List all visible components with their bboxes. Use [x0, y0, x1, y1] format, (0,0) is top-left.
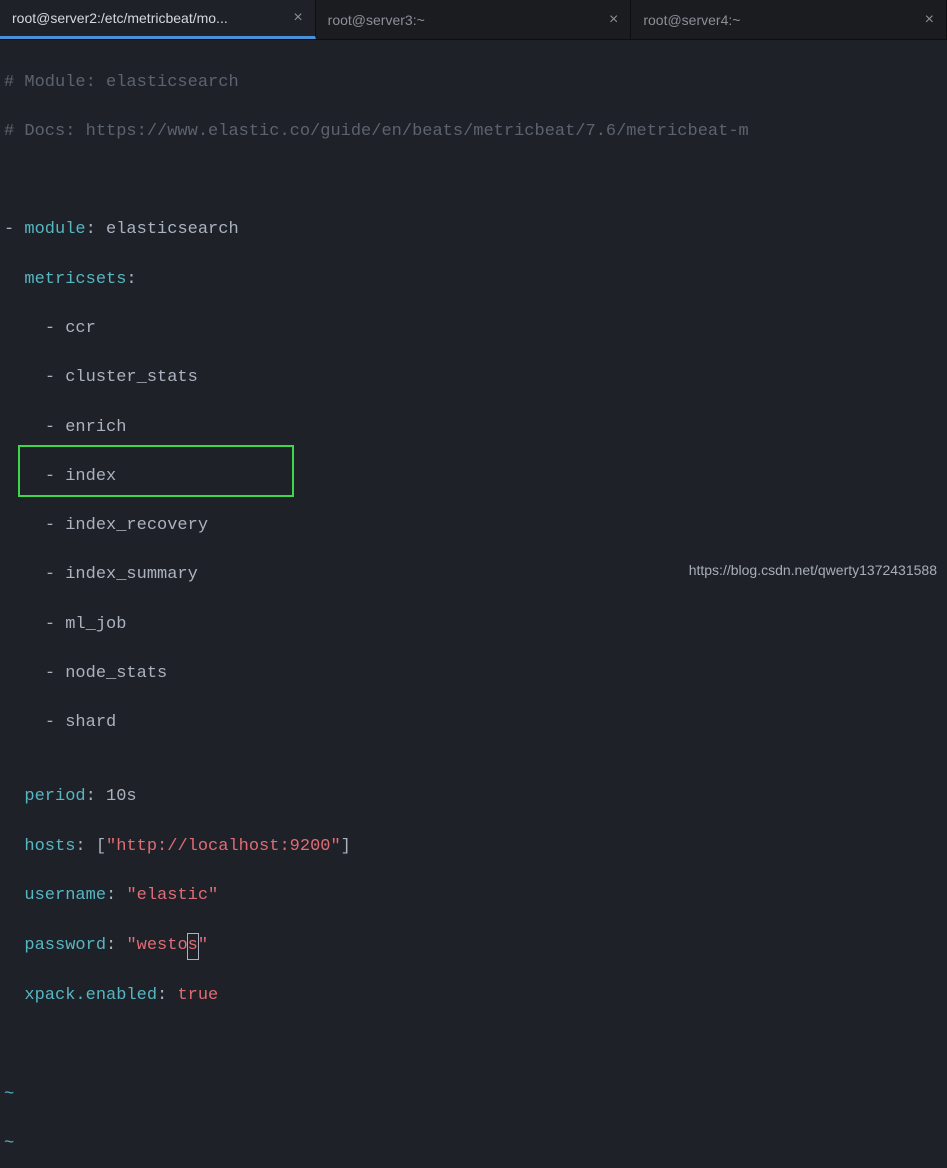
list-item: ml_job [65, 615, 126, 634]
close-icon[interactable]: × [609, 11, 618, 29]
yaml-value: "westo [126, 936, 187, 955]
yaml-key-module: module [14, 220, 85, 239]
tab-title: root@server2:/etc/metricbeat/mo... [12, 10, 228, 26]
yaml-key-username: username [4, 886, 106, 905]
vim-eob-tilde: ~ [4, 1132, 943, 1157]
comment-text: Module: elasticsearch [14, 73, 238, 92]
tab-server3[interactable]: root@server3:~ × [316, 0, 632, 39]
tab-title: root@server3:~ [328, 12, 425, 28]
yaml-value: 10s [106, 787, 137, 806]
yaml-value: "elastic" [126, 886, 218, 905]
list-item: node_stats [65, 664, 167, 683]
watermark: https://blog.csdn.net/qwerty1372431588 [689, 562, 937, 578]
tab-bar: root@server2:/etc/metricbeat/mo... × roo… [0, 0, 947, 40]
list-item: shard [65, 713, 116, 732]
list-item: index [65, 467, 116, 486]
close-icon[interactable]: × [293, 9, 302, 27]
yaml-key-xpack: xpack.enabled [4, 986, 157, 1005]
yaml-value: elasticsearch [106, 220, 239, 239]
list-item: ccr [65, 319, 96, 338]
vim-eob-tilde: ~ [4, 1083, 943, 1108]
list-item: index_summary [65, 565, 198, 584]
yaml-value: "http://localhost:9200" [106, 837, 341, 856]
tab-server4[interactable]: root@server4:~ × [631, 0, 947, 39]
list-item: index_recovery [65, 516, 208, 535]
yaml-key-period: period [4, 787, 86, 806]
yaml-value: true [177, 986, 218, 1005]
close-icon[interactable]: × [925, 11, 934, 29]
list-item: cluster_stats [65, 368, 198, 387]
comment-text: Docs: https://www.elastic.co/guide/en/be… [14, 122, 749, 141]
tab-server2[interactable]: root@server2:/etc/metricbeat/mo... × [0, 0, 316, 39]
list-item: enrich [65, 418, 126, 437]
comment-hash: # [4, 73, 14, 92]
dash: - [4, 220, 14, 239]
editor-content[interactable]: # Module: elasticsearch # Docs: https://… [0, 40, 947, 1168]
yaml-key-metricsets: metricsets [4, 270, 126, 289]
yaml-key-hosts: hosts [4, 837, 75, 856]
comment-hash: # [4, 122, 14, 141]
tab-title: root@server4:~ [643, 12, 740, 28]
yaml-key-password: password [4, 936, 106, 955]
metricset-list: - ccr - cluster_stats - enrich - index -… [4, 317, 943, 736]
